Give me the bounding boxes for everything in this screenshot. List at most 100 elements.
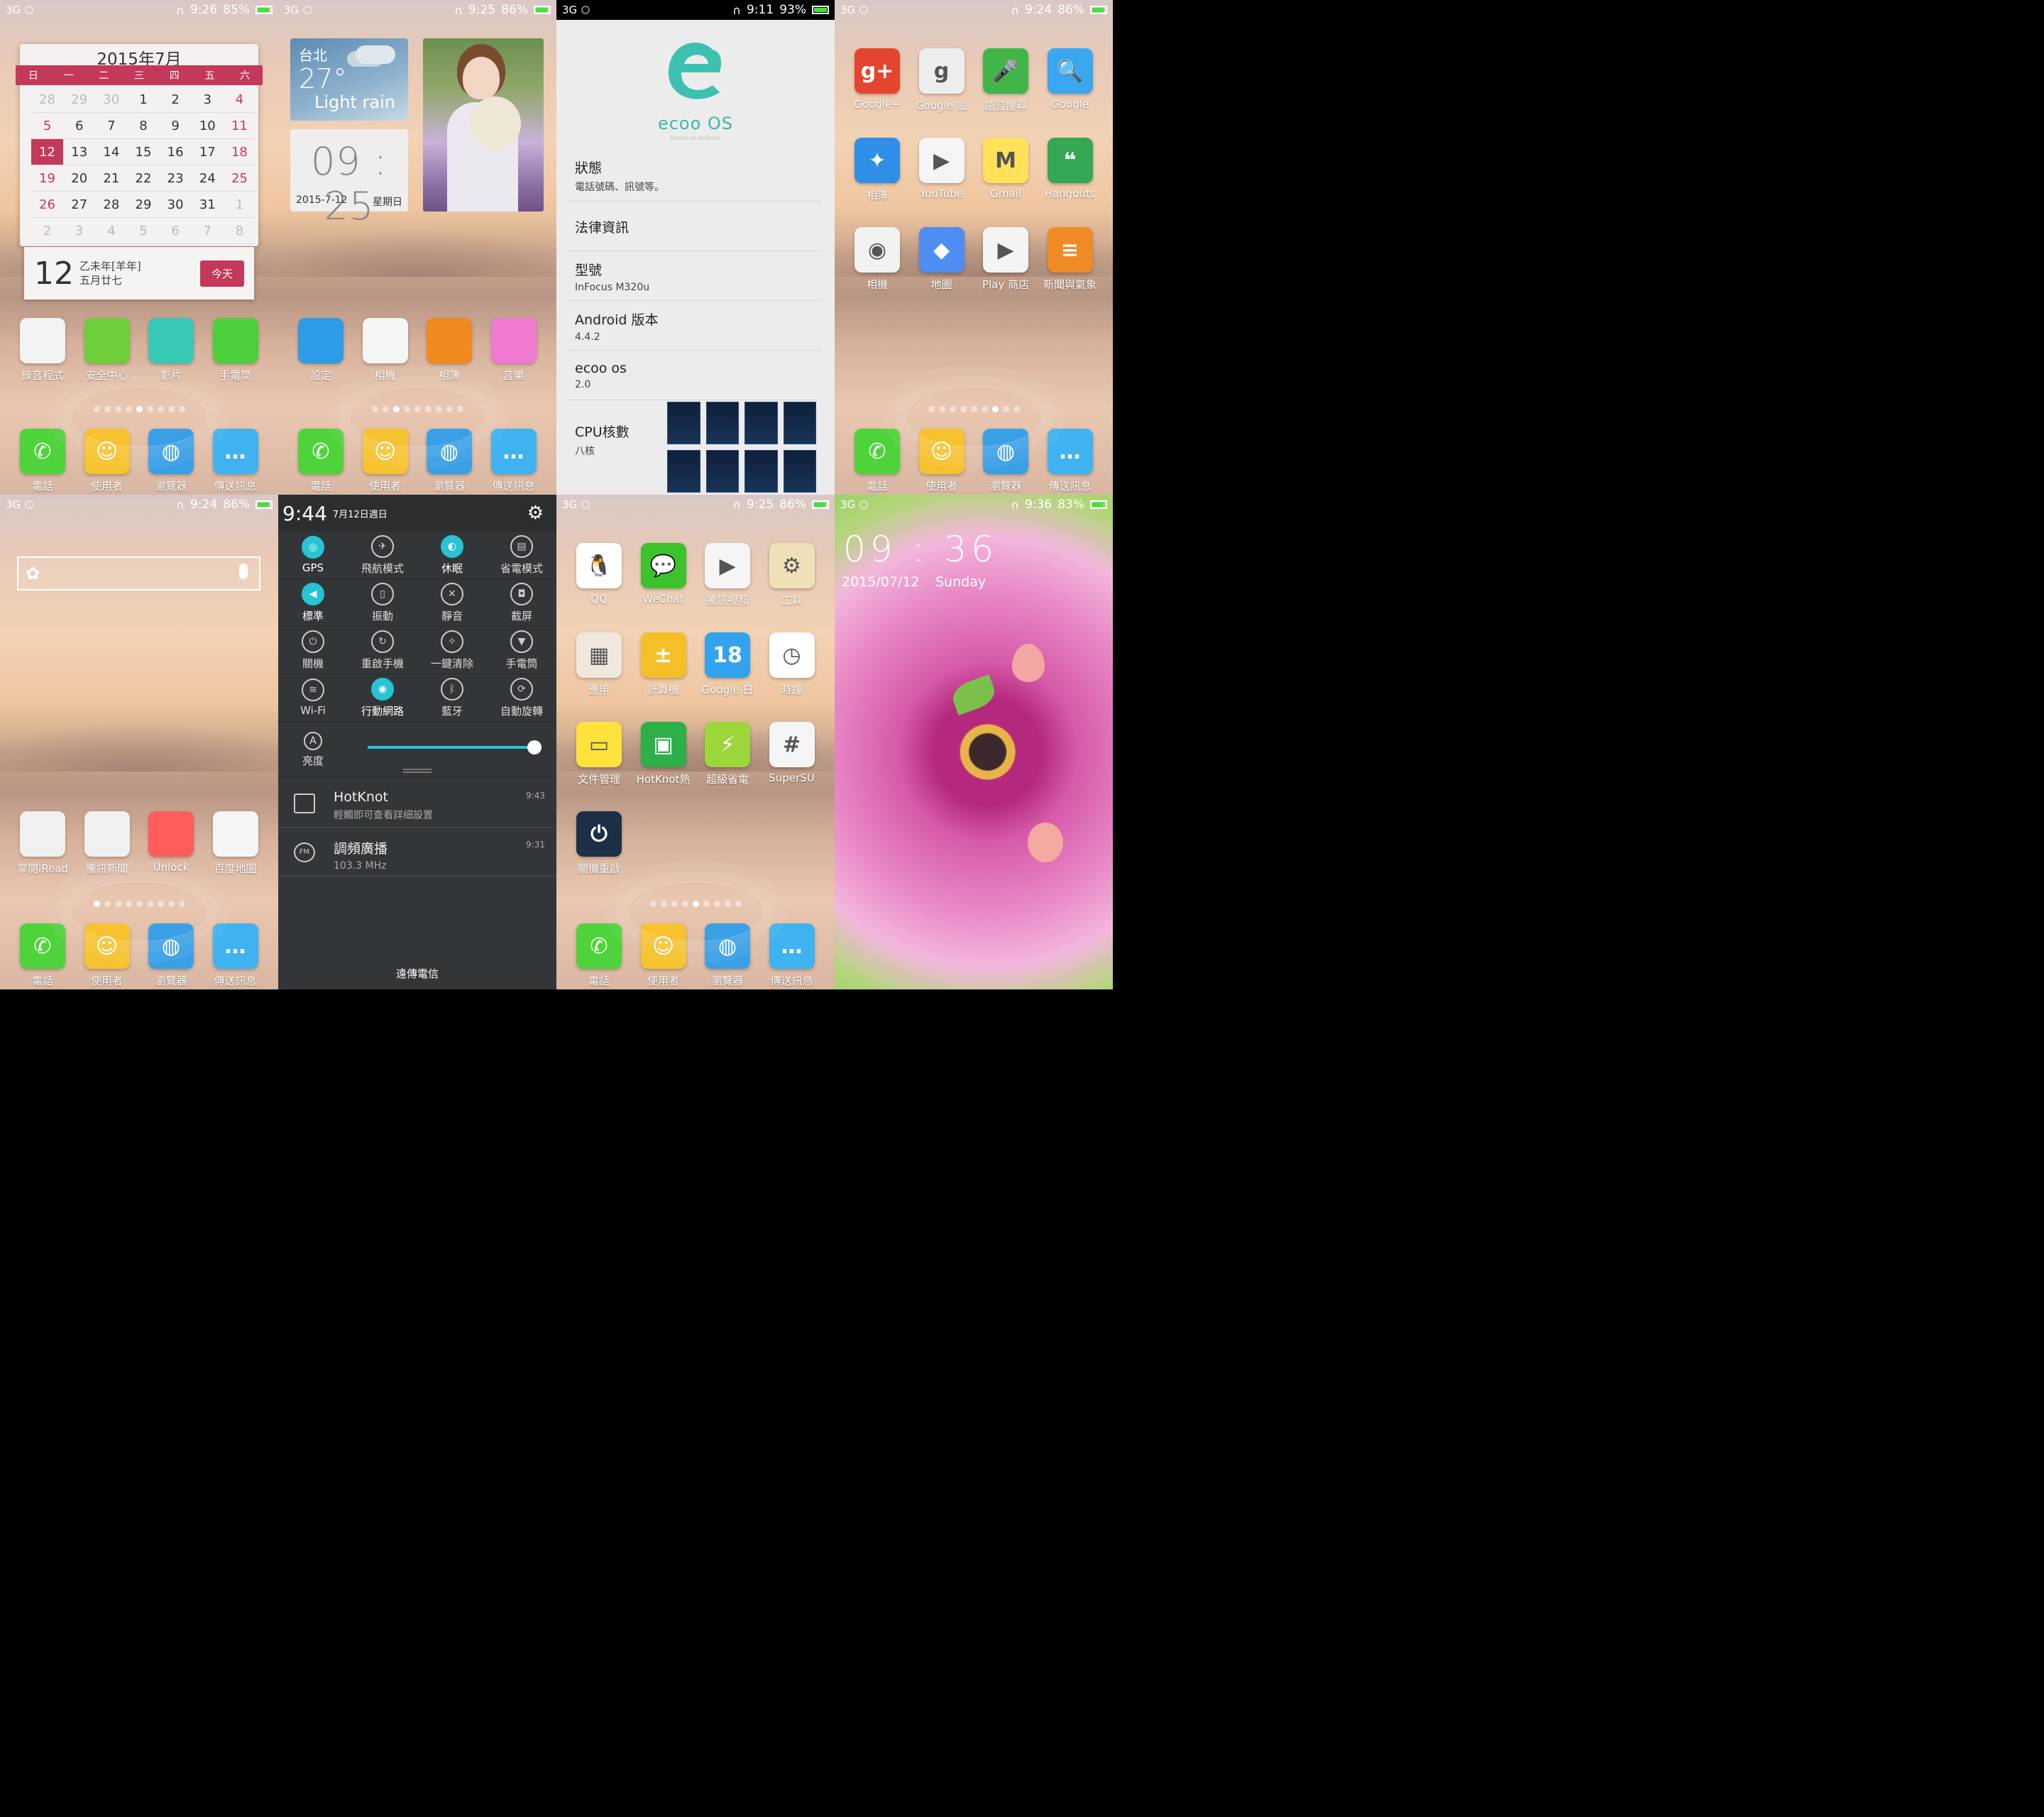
- calendar-day[interactable]: 20: [63, 165, 96, 192]
- toggle-0-1[interactable]: ✈ 飛航模式: [348, 532, 417, 578]
- calendar-day[interactable]: 2: [31, 218, 64, 244]
- calendar-day[interactable]: 8: [127, 113, 160, 139]
- dock-app-3[interactable]: … 傳送訊息: [482, 429, 546, 493]
- fm-radio-notification[interactable]: FM 調頻廣播 103.3 MHz 9:31: [278, 828, 556, 877]
- app-icon-0[interactable]: 🐧 QQ: [567, 543, 631, 605]
- dock-app-2[interactable]: ◍ 瀏覽器: [417, 429, 481, 493]
- toggle-0-3[interactable]: ▤ 省電模式: [487, 532, 556, 578]
- calendar-day[interactable]: 5: [127, 218, 160, 244]
- app-icon-8[interactable]: ▭ 文件管理: [567, 722, 631, 786]
- app-icon-9[interactable]: ▣ HotKnot熱: [632, 722, 696, 786]
- app-icon-2[interactable]: 🎤 語音搜尋: [974, 48, 1038, 113]
- calendar-day[interactable]: 19: [31, 165, 64, 192]
- app-icon-2[interactable]: 影片: [139, 318, 203, 383]
- app-icon-3[interactable]: 音樂: [482, 318, 546, 383]
- calendar-day[interactable]: 27: [63, 192, 96, 218]
- calendar-day[interactable]: 4: [95, 218, 128, 244]
- page-indicator[interactable]: [0, 901, 278, 907]
- calendar-day[interactable]: 18: [223, 139, 256, 165]
- app-icon-2[interactable]: ▶ 騰訊視頻: [696, 543, 759, 608]
- calendar-day[interactable]: 28: [95, 192, 128, 218]
- app-icon-7[interactable]: ◷ 時鐘: [760, 632, 824, 697]
- legal-info-row[interactable]: 法律資訊: [568, 202, 822, 251]
- app-icon-1[interactable]: g Google 設: [910, 48, 974, 113]
- app-icon-6[interactable]: 18 Google 日: [696, 632, 759, 697]
- calendar-day[interactable]: 25: [223, 165, 256, 192]
- app-icon-1[interactable]: 💬 WeChat: [632, 543, 696, 605]
- app-icon-0[interactable]: g+ Google+: [845, 48, 909, 111]
- settings-gear-icon[interactable]: ⚙: [527, 503, 544, 524]
- calendar-day[interactable]: 11: [223, 113, 256, 139]
- calendar-day[interactable]: 30: [95, 87, 128, 113]
- app-icon-4[interactable]: ▦ 應用: [567, 632, 631, 697]
- brightness-slider[interactable]: [368, 740, 542, 754]
- calendar-day[interactable]: 26: [31, 192, 64, 218]
- app-icon-12[interactable]: ⏻ 關機重啟: [567, 811, 631, 876]
- app-icon-7[interactable]: ❝ Hangouts: [1038, 138, 1102, 200]
- toggle-2-1[interactable]: ↻ 重啟手機: [348, 627, 417, 674]
- dock-app-0[interactable]: ✆ 電話: [11, 429, 75, 493]
- page-indicator[interactable]: [278, 406, 556, 412]
- toggle-0-2[interactable]: ◐ 休眠: [417, 532, 487, 578]
- calendar-days[interactable]: 28 29 30 1 2 3 4 5 6 7 8 9 10 11 12 13 14 15 16 17 18 19 20 21 2…: [31, 87, 256, 244]
- calendar-day[interactable]: 14: [95, 139, 128, 165]
- app-icon-0[interactable]: 設定: [289, 318, 353, 383]
- calendar-day[interactable]: 1: [127, 87, 160, 113]
- dock-app-3[interactable]: … 傳送訊息: [760, 923, 824, 988]
- toggle-1-2[interactable]: ✕ 靜音: [417, 579, 487, 626]
- dock-app-2[interactable]: ◍ 瀏覽器: [696, 923, 759, 988]
- dock-app-3[interactable]: … 傳送訊息: [204, 923, 268, 988]
- app-icon-4[interactable]: ✦ 相簿: [845, 138, 909, 202]
- toggle-3-1[interactable]: ◉ 行動網路: [348, 674, 417, 721]
- calendar-day[interactable]: 13: [63, 139, 96, 165]
- calendar-day[interactable]: 21: [95, 165, 128, 192]
- app-icon-2[interactable]: Unlock: [139, 811, 203, 874]
- drag-handle[interactable]: [403, 769, 432, 773]
- toggle-2-3[interactable]: ▼ 手電筒: [487, 627, 556, 674]
- android-version-row[interactable]: Android 版本 4.4.2: [568, 301, 822, 351]
- app-icon-11[interactable]: ≡ 新聞與氣象: [1038, 227, 1102, 292]
- dock-app-3[interactable]: … 傳送訊息: [204, 429, 268, 493]
- calendar-day[interactable]: 1: [223, 192, 256, 218]
- calendar-day[interactable]: 4: [223, 87, 256, 113]
- calendar-day[interactable]: 2: [159, 87, 192, 113]
- app-icon-10[interactable]: ▶ Play 商店: [974, 227, 1038, 292]
- calendar-day[interactable]: 24: [191, 165, 224, 192]
- toggle-2-2[interactable]: ✧ 一鍵清除: [417, 627, 487, 674]
- today-button[interactable]: 今天: [199, 260, 244, 287]
- app-icon-5[interactable]: ± 計算機: [632, 632, 696, 697]
- calendar-day[interactable]: 17: [191, 139, 224, 165]
- page-indicator[interactable]: [835, 406, 1113, 412]
- calendar-day[interactable]: 3: [191, 87, 224, 113]
- calendar-day[interactable]: 7: [95, 113, 128, 139]
- toggle-3-3[interactable]: ⟳ 自動旋轉: [487, 674, 556, 721]
- calendar-day[interactable]: 8: [223, 218, 256, 244]
- calendar-day[interactable]: 30: [159, 192, 192, 218]
- dock-app-0[interactable]: ✆ 電話: [11, 923, 75, 988]
- calendar-widget[interactable]: 2015年7月 日一二三四五六 28 29 30 1 2 3 4 5 6 7 8 9 10 11 12 13 1…: [16, 44, 263, 246]
- photo-frame-widget[interactable]: [423, 38, 544, 212]
- app-icon-1[interactable]: 相機: [353, 318, 417, 383]
- calendar-day[interactable]: 23: [159, 165, 192, 192]
- calendar-day[interactable]: 7: [191, 218, 224, 244]
- app-icon-8[interactable]: ◉ 相機: [845, 227, 909, 292]
- page-indicator[interactable]: [556, 901, 835, 907]
- calendar-day[interactable]: 12: [31, 139, 64, 165]
- toggle-3-0[interactable]: ≋ Wi-Fi: [278, 674, 348, 721]
- hotknot-notification[interactable]: HotKnot 輕觸即可查看詳細設置 9:43: [278, 779, 556, 828]
- calendar-day[interactable]: 3: [63, 218, 96, 244]
- dock-app-2[interactable]: ◍ 瀏覽器: [139, 923, 203, 988]
- app-icon-9[interactable]: ◆ 地圖: [910, 227, 974, 292]
- baidu-search-bar[interactable]: ✿: [17, 556, 260, 591]
- calendar-day[interactable]: 29: [127, 192, 160, 218]
- calendar-day[interactable]: 5: [31, 113, 64, 139]
- dock-app-2[interactable]: ◍ 瀏覽器: [974, 429, 1038, 493]
- calendar-day[interactable]: 22: [127, 165, 160, 192]
- dock-app-1[interactable]: ☺ 使用者: [632, 923, 696, 988]
- calendar-day[interactable]: 9: [159, 113, 192, 139]
- dock-app-1[interactable]: ☺ 使用者: [75, 923, 139, 988]
- calendar-day[interactable]: 31: [191, 192, 224, 218]
- calendar-day[interactable]: 10: [191, 113, 224, 139]
- app-icon-1[interactable]: 騰訊新聞: [75, 811, 139, 876]
- status-row[interactable]: 狀態 電話號碼、訊號等。: [568, 158, 822, 202]
